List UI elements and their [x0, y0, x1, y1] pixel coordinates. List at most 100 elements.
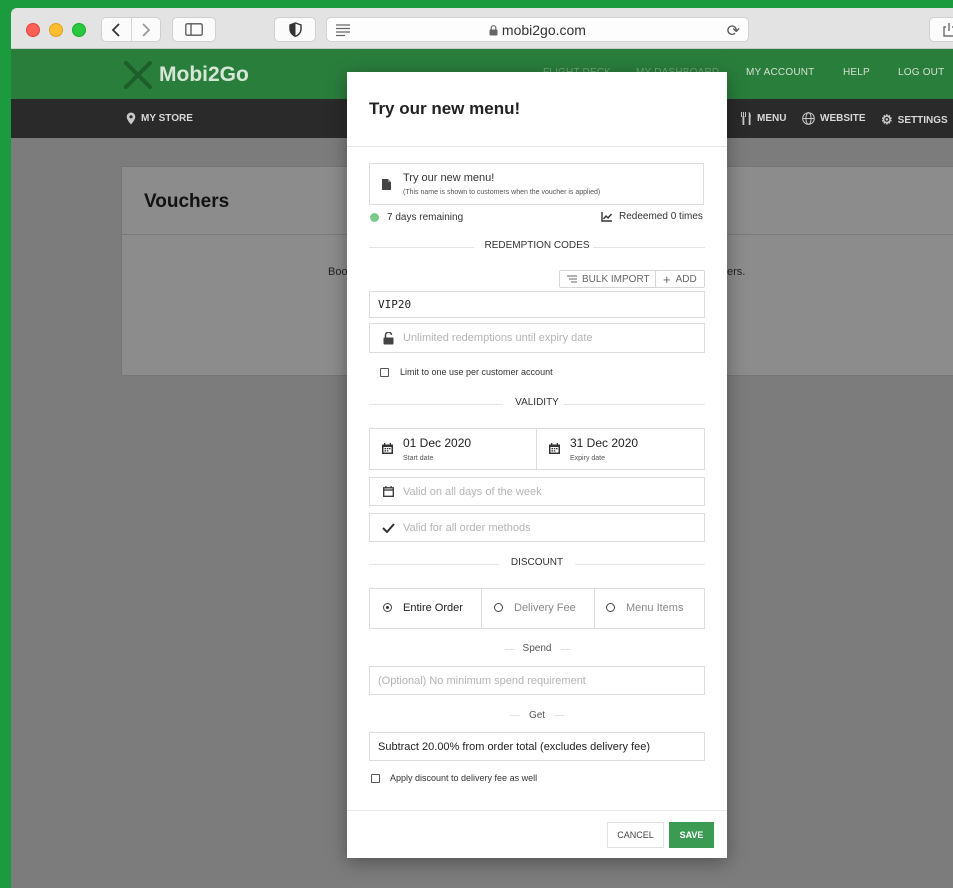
- calendar-icon: [382, 443, 393, 454]
- calendar-outline-icon: [383, 486, 394, 497]
- dialog-title: Try our new menu!: [369, 99, 521, 118]
- nav-log-out[interactable]: LOG OUT: [898, 67, 944, 78]
- card-text-fragment-left: Boo: [328, 266, 348, 278]
- code-value: VIP20: [378, 298, 412, 311]
- dialog-footer-divider: [347, 810, 727, 811]
- minimum-spend-placeholder: (Optional) No minimum spend requirement: [378, 675, 586, 687]
- plus-icon: +: [663, 271, 671, 287]
- back-icon[interactable]: [102, 18, 132, 41]
- order-methods-placeholder: Valid for all order methods: [403, 522, 531, 534]
- share-button[interactable]: [929, 17, 953, 42]
- menu-items-label: Menu Items: [626, 602, 684, 614]
- order-methods-input[interactable]: Valid for all order methods: [369, 513, 705, 542]
- code-input[interactable]: VIP20: [369, 291, 705, 318]
- minimum-spend-input[interactable]: (Optional) No minimum spend requirement: [369, 666, 705, 695]
- discount-heading: DISCOUNT: [369, 557, 705, 571]
- redemptions-placeholder: Unlimited redemptions until expiry date: [403, 332, 593, 344]
- dialog-header: Try our new menu!: [347, 72, 727, 147]
- validity-heading: VALIDITY: [369, 397, 705, 411]
- list-icon: [567, 275, 577, 283]
- fork-knife-icon: [741, 112, 751, 125]
- gear-icon: ⚙: [881, 112, 893, 127]
- chart-icon: [601, 211, 613, 222]
- voucher-name-field[interactable]: Try our new menu! (This name is shown to…: [369, 163, 704, 205]
- unlock-icon: [383, 332, 394, 345]
- site-logo[interactable]: Mobi2Go: [123, 61, 249, 89]
- get-line-right: [554, 715, 564, 716]
- nav-settings[interactable]: ⚙ SETTINGS: [881, 112, 948, 128]
- calendar-icon: [549, 443, 560, 454]
- expiry-date-field[interactable]: 31 Dec 2020 Expiry date: [536, 428, 705, 470]
- start-date-field[interactable]: 01 Dec 2020 Start date: [369, 428, 537, 470]
- url-text: mobi2go.com: [501, 22, 586, 38]
- expiry-date-value: 31 Dec 2020: [570, 436, 639, 450]
- bulk-import-label: BULK IMPORT: [582, 273, 650, 285]
- nav-help[interactable]: HELP: [843, 67, 870, 78]
- delivery-fee-radio[interactable]: [494, 603, 503, 612]
- nav-my-account[interactable]: MY ACCOUNT: [746, 67, 815, 78]
- card-text-fragment-right: ers.: [727, 266, 746, 278]
- limit-one-use-label: Limit to one use per customer account: [400, 367, 553, 377]
- bulk-import-button[interactable]: BULK IMPORT: [559, 270, 658, 288]
- get-label: Get: [528, 710, 546, 721]
- option-entire-order[interactable]: Entire Order: [370, 589, 481, 628]
- history-nav: [101, 17, 161, 42]
- expiry-date-label: Expiry date: [570, 455, 606, 462]
- apply-delivery-label: Apply discount to delivery fee as well: [390, 773, 538, 783]
- redemption-codes-heading: REDEMPTION CODES: [369, 240, 705, 254]
- discount-target-group: Entire Order Delivery Fee Menu Items: [369, 588, 705, 629]
- url-display: mobi2go.com: [327, 22, 748, 38]
- voucher-dialog: Try our new menu! Try our new menu! (Thi…: [347, 72, 727, 858]
- add-label: ADD: [675, 273, 697, 285]
- address-bar[interactable]: mobi2go.com ⟳: [326, 17, 749, 42]
- lock-icon: [489, 25, 498, 36]
- valid-days-input[interactable]: Valid on all days of the week: [369, 477, 705, 506]
- option-menu-items[interactable]: Menu Items: [595, 589, 705, 628]
- option-delivery-fee[interactable]: Delivery Fee: [482, 589, 594, 628]
- utensils-logo-icon: [124, 61, 152, 89]
- zoom-window-button[interactable]: [72, 23, 86, 37]
- discount-value: Subtract 20.00% from order total (exclud…: [378, 741, 651, 753]
- sidebar-icon: [185, 23, 203, 36]
- start-date-value: 01 Dec 2020: [403, 436, 472, 450]
- globe-icon: [802, 112, 815, 125]
- status-dot: [370, 213, 379, 222]
- nav-menu[interactable]: MENU: [740, 112, 786, 125]
- settings-label: SETTINGS: [897, 114, 948, 126]
- my-store-label: MY STORE: [141, 113, 193, 124]
- entire-order-label: Entire Order: [403, 602, 463, 614]
- save-button[interactable]: SAVE: [669, 822, 714, 848]
- redemptions-limit-input[interactable]: Unlimited redemptions until expiry date: [369, 323, 705, 353]
- voucher-name-hint: (This name is shown to customers when th…: [403, 189, 601, 196]
- delivery-fee-label: Delivery Fee: [514, 602, 576, 614]
- apply-delivery-checkbox[interactable]: [371, 774, 380, 783]
- start-date-label: Start date: [403, 455, 434, 462]
- menu-items-radio[interactable]: [606, 603, 615, 612]
- discount-value-input[interactable]: Subtract 20.00% from order total (exclud…: [369, 732, 705, 761]
- website-label: WEBSITE: [820, 113, 866, 124]
- add-code-button[interactable]: + ADD: [655, 270, 705, 288]
- browser-toolbar: mobi2go.com ⟳: [11, 8, 953, 49]
- nav-website[interactable]: WEBSITE: [802, 112, 866, 125]
- logo-text: Mobi2Go: [159, 63, 249, 86]
- cancel-button[interactable]: CANCEL: [607, 822, 664, 848]
- spend-line-right: [561, 649, 571, 650]
- minimize-window-button[interactable]: [49, 23, 63, 37]
- entire-order-radio[interactable]: [383, 603, 392, 612]
- privacy-shield-button[interactable]: [274, 17, 316, 42]
- checkmark-icon: [382, 523, 395, 533]
- redeemed-text: Redeemed 0 times: [619, 211, 703, 222]
- close-window-button[interactable]: [26, 23, 40, 37]
- sidebar-toggle-button[interactable]: [172, 17, 216, 42]
- days-remaining: 7 days remaining: [387, 212, 464, 223]
- document-icon: [382, 179, 391, 190]
- forward-icon[interactable]: [132, 18, 161, 41]
- limit-one-use-checkbox[interactable]: [380, 368, 389, 377]
- spend-label: Spend: [522, 643, 552, 654]
- location-pin-icon: [126, 112, 136, 125]
- redeemed-count: Redeemed 0 times: [601, 211, 703, 222]
- nav-my-store[interactable]: MY STORE: [126, 112, 193, 125]
- share-icon: [943, 23, 953, 37]
- reload-icon[interactable]: ⟳: [727, 21, 740, 41]
- shield-icon: [288, 22, 302, 37]
